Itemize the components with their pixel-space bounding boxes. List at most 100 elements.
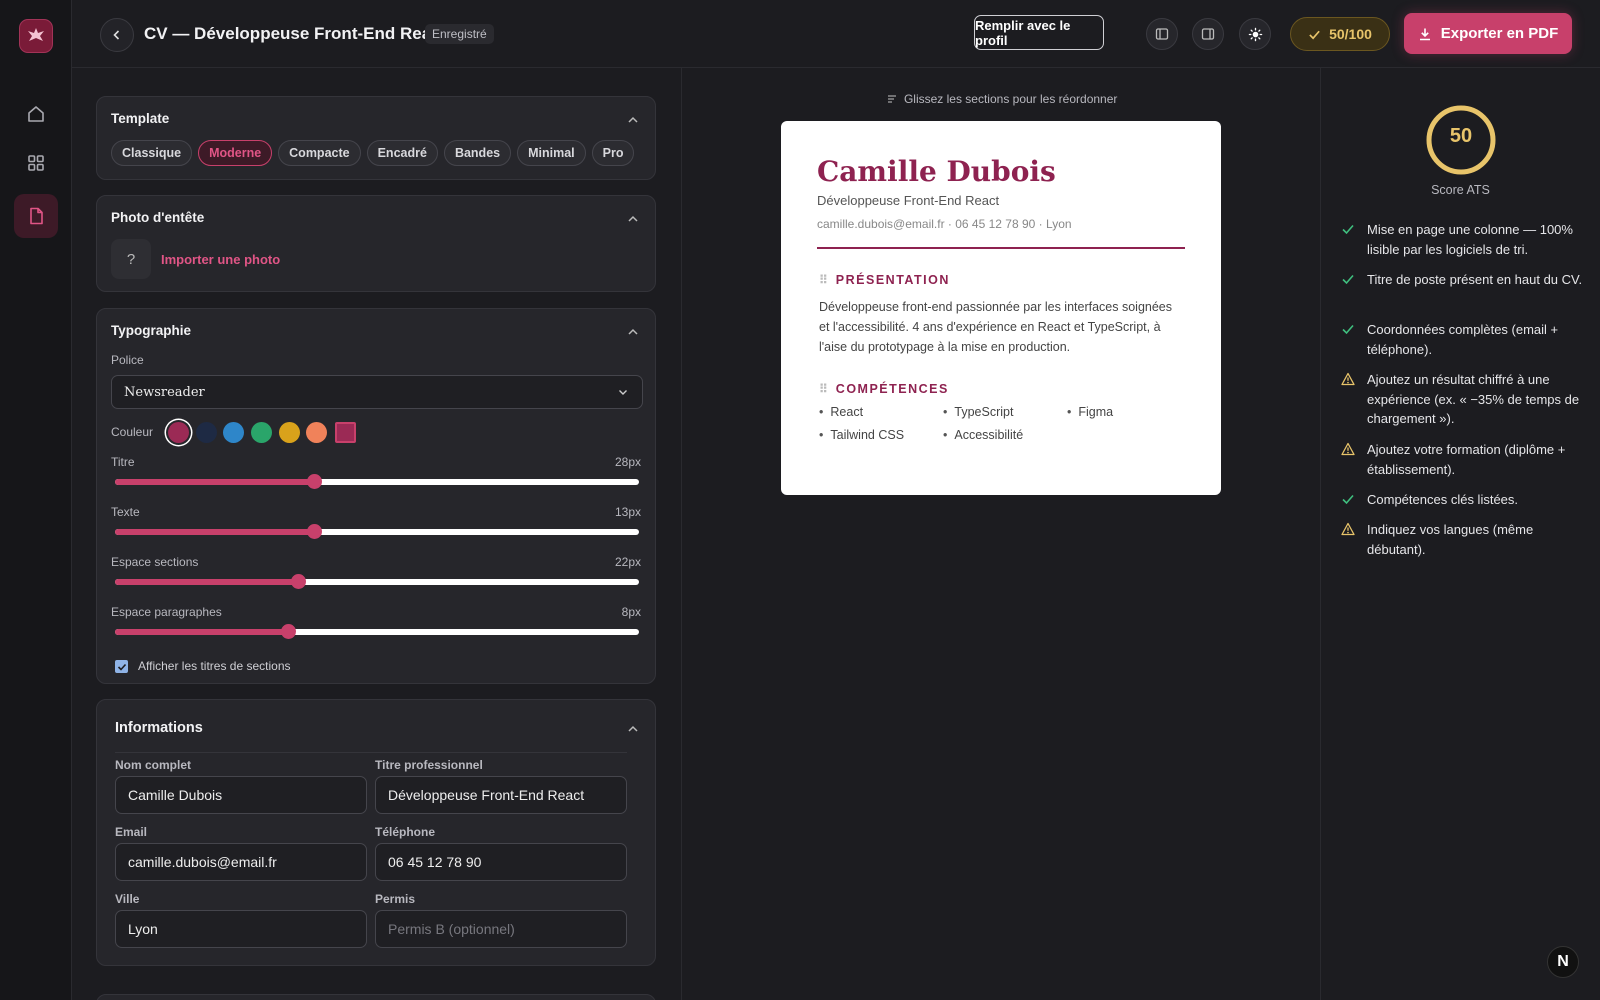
import-photo-link[interactable]: Importer une photo [161,252,280,267]
ats-check-item: Indiquez vos langues (même débutant). [1341,520,1591,559]
next-section-card [96,994,656,1000]
font-select[interactable]: Newsreader [111,375,643,409]
phone-label: Téléphone [375,825,436,839]
document-icon [30,207,43,225]
phone-field[interactable]: 06 45 12 78 90 [375,843,627,881]
ats-score-label: Score ATS [1431,183,1490,197]
check-icon [1309,30,1320,39]
slider-value: 8px [621,605,641,619]
template-option-minimal[interactable]: Minimal [517,140,586,166]
email-field[interactable]: camille.dubois@email.fr [115,843,367,881]
slider-value: 22px [614,555,641,569]
ats-check-text: Ajoutez votre formation (diplôme + établ… [1367,442,1566,477]
skills-title: COMPÉTENCES [835,382,949,396]
ats-check-item: Mise en page une colonne — 100% lisible … [1341,220,1591,259]
divider [115,752,627,753]
cv-page: Camille Dubois Développeuse Front-End Re… [781,121,1221,495]
color-swatch[interactable] [196,422,217,443]
color-swatch[interactable] [251,422,272,443]
download-icon [1419,28,1430,40]
slider-thumb[interactable] [307,524,323,539]
nav-dashboard[interactable] [14,141,58,185]
slider-thumb[interactable] [280,624,296,639]
typography-heading: Typographie [111,323,192,338]
email-label: Email [115,825,148,839]
city-label: Ville [115,892,140,906]
cv-name: Camille Dubois [817,155,1056,188]
template-option-classique[interactable]: Classique [111,140,193,166]
color-swatch[interactable] [168,422,189,443]
skill-item: React [819,405,863,419]
ats-check-item: Coordonnées complètes (email + téléphone… [1341,320,1591,359]
theme-toggle-button[interactable] [1239,18,1271,50]
slider-value: 28px [614,455,641,469]
city-field[interactable]: Lyon [115,910,367,948]
chevron-up-icon[interactable] [625,721,641,737]
slider-track[interactable] [115,524,639,539]
nav-home[interactable] [14,92,58,136]
grid-icon [28,155,44,171]
slider-label: Texte [111,505,140,519]
check-icon [1342,324,1354,335]
slider-track[interactable] [115,624,639,639]
back-button[interactable] [100,18,134,52]
export-pdf-button[interactable]: Exporter en PDF [1404,13,1572,54]
ats-check-item: Ajoutez votre formation (diplôme + établ… [1341,440,1591,479]
chevron-up-icon[interactable] [625,211,641,227]
cv-divider [817,247,1185,249]
show-section-titles-checkbox[interactable] [115,660,128,673]
photo-placeholder: ? [111,239,151,279]
slider-track[interactable] [115,474,639,489]
fill-from-profile-button[interactable]: Remplir avec le profil [974,15,1104,50]
color-swatch[interactable] [223,422,244,443]
slider-label: Espace paragraphes [111,605,222,619]
custom-color-picker[interactable] [335,422,356,443]
ats-check-item: Titre de poste présent en haut du CV. [1341,270,1591,290]
color-swatch[interactable] [279,422,300,443]
slider-thumb[interactable] [291,574,307,589]
typography-card: Typographie Police Newsreader Couleur Ti… [96,308,656,684]
name-field[interactable]: Camille Dubois [115,776,367,814]
informations-heading: Informations [115,720,203,736]
font-label: Police [111,353,144,367]
slider-thumb[interactable] [307,474,323,489]
show-section-titles-label: Afficher les titres de sections [138,659,291,673]
nav-rail [0,0,72,1000]
app-logo[interactable] [19,19,53,53]
ats-check-text: Mise en page une colonne — 100% lisible … [1367,222,1573,257]
check-icon [1342,224,1354,235]
reorder-hint-text: Glissez les sections pour les réordonner [903,92,1118,106]
template-option-encadré[interactable]: Encadré [366,140,438,166]
template-option-bandes[interactable]: Bandes [443,140,512,166]
license-field[interactable]: Permis B (optionnel) [375,910,627,948]
assistant-button[interactable]: N [1547,946,1579,978]
top-bar: CV — Développeuse Front-End React Enregi… [72,0,1600,68]
color-swatch[interactable] [306,422,327,443]
job-title-field[interactable]: Développeuse Front-End React [375,776,627,814]
presentation-title: PRÉSENTATION [835,273,950,287]
ats-score-button-label: 50/100 [1329,26,1372,42]
template-option-compacte[interactable]: Compacte [278,140,361,166]
presentation-text: Développeuse front-end passionnée par le… [819,300,1173,354]
toggle-right-panel-button[interactable] [1192,18,1224,50]
ats-score-button[interactable]: 50/100 [1290,17,1390,51]
slider-fill [115,579,299,585]
chevron-up-icon[interactable] [625,112,641,128]
panel-left-icon [1155,28,1169,40]
slider-track[interactable] [115,574,639,589]
skills-section-header[interactable]: ⠿ COMPÉTENCES [819,382,949,396]
panel-right-icon [1201,28,1215,40]
drag-handle-icon[interactable]: ⠿ [819,273,828,287]
nav-documents[interactable] [14,194,58,238]
drag-handle-icon[interactable]: ⠿ [819,382,828,396]
chevron-left-icon [113,30,120,40]
export-pdf-label: Exporter en PDF [1440,25,1559,42]
sun-icon [1248,27,1262,41]
presentation-section-header[interactable]: ⠿ PRÉSENTATION [819,273,950,287]
template-option-pro[interactable]: Pro [591,140,635,166]
template-option-moderne[interactable]: Moderne [198,140,273,166]
chevron-up-icon[interactable] [625,324,641,340]
template-card: Template Classique Moderne Compacte Encadré… [96,96,656,180]
toggle-left-panel-button[interactable] [1146,18,1178,50]
photo-card: Photo d'entête ? Importer une photo [96,195,656,292]
